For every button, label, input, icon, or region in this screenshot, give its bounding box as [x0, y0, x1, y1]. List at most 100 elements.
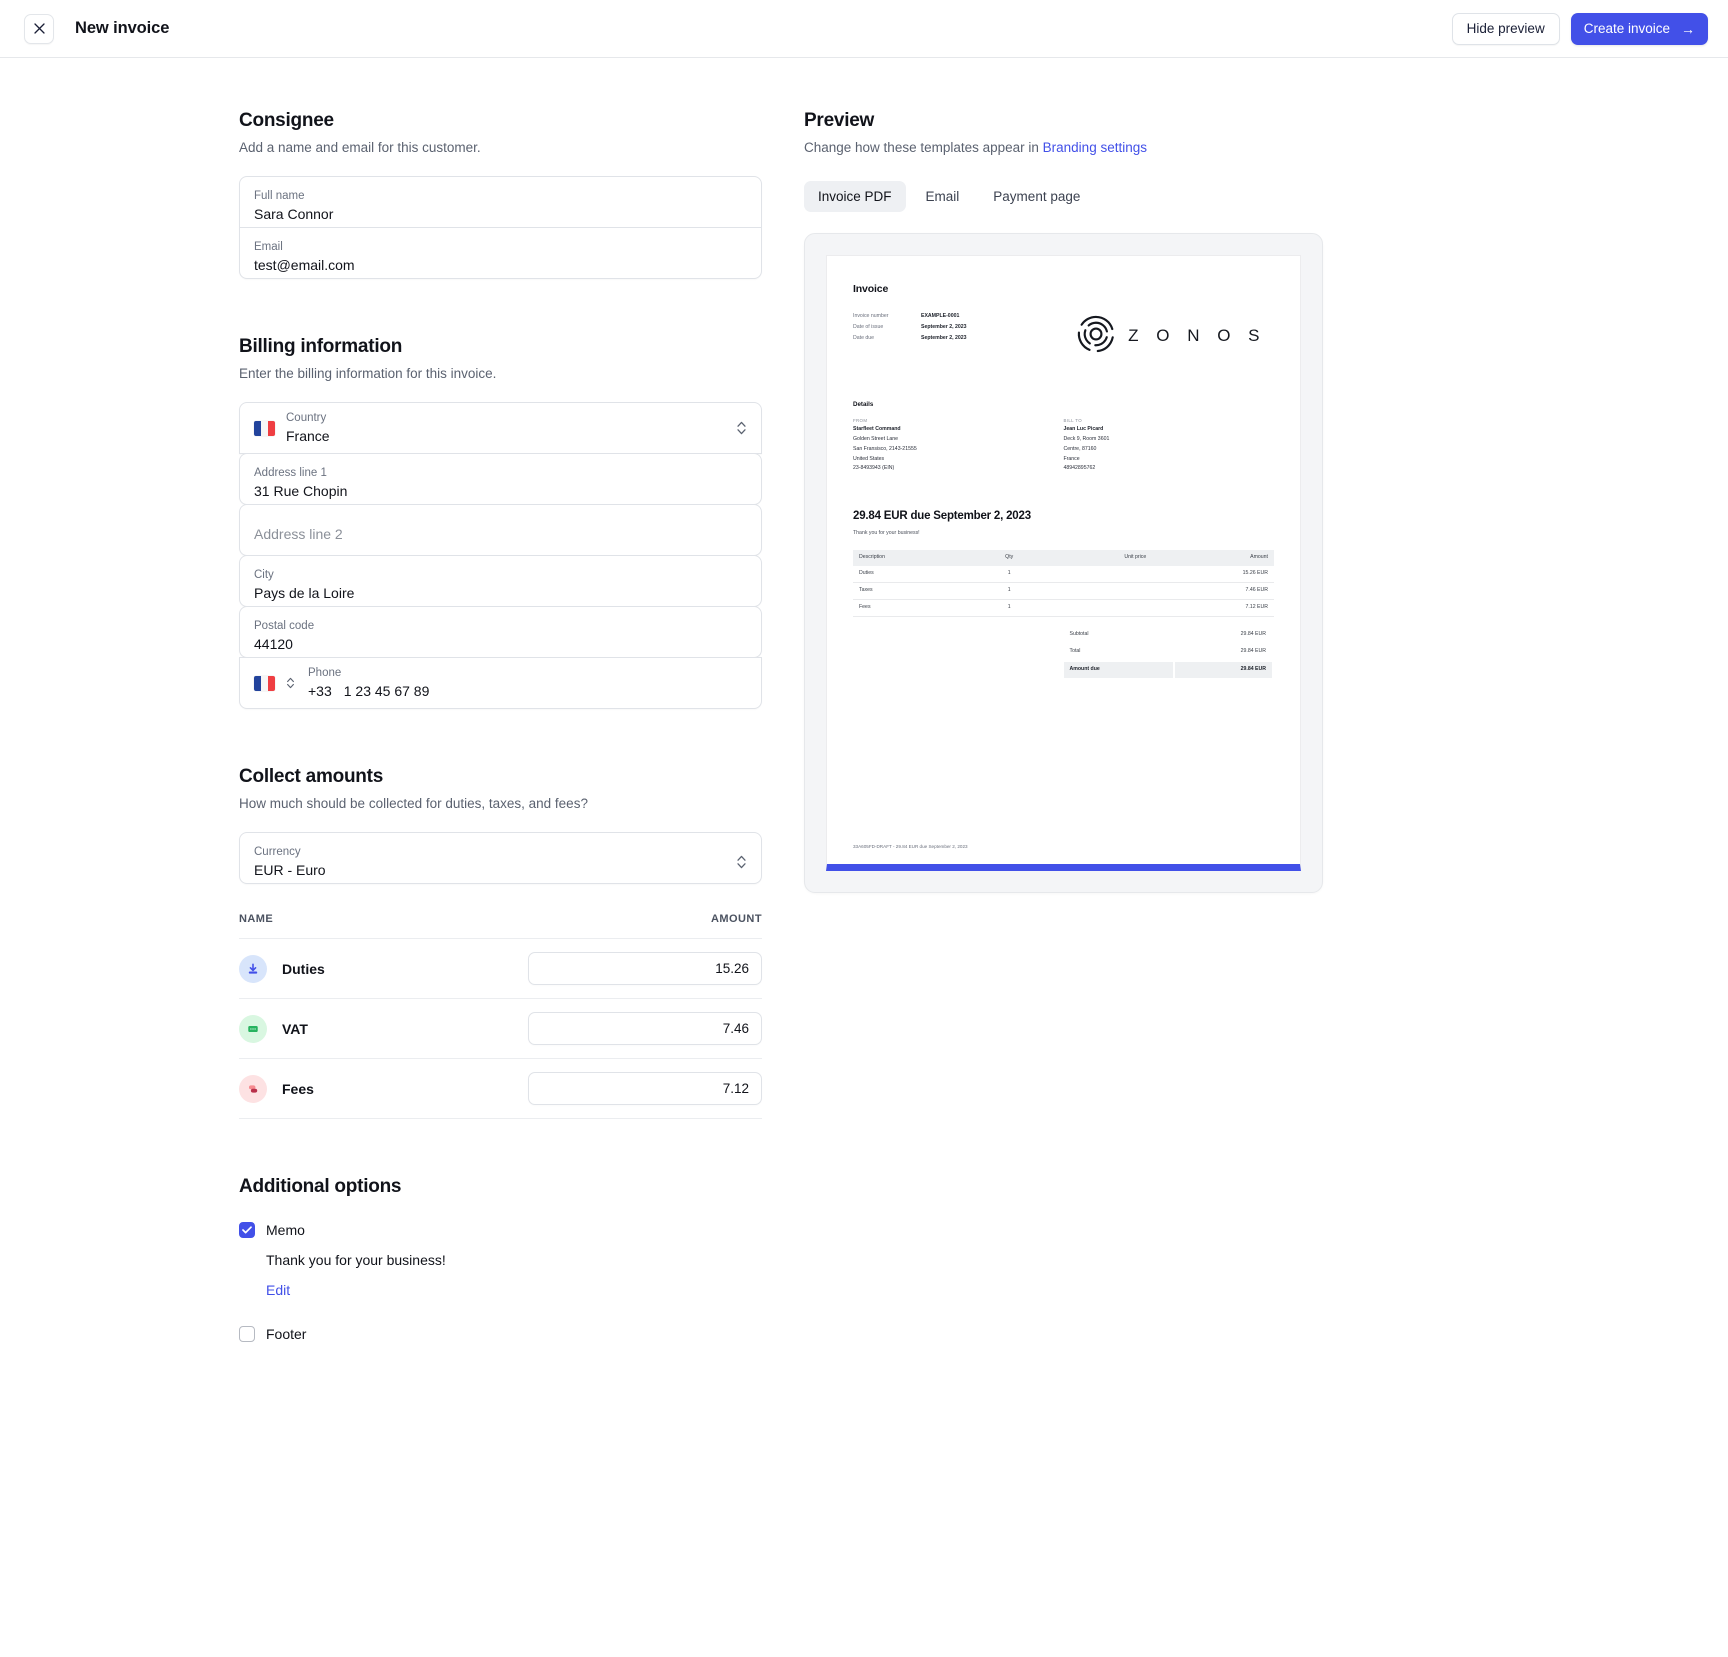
document-title: Invoice: [853, 283, 889, 295]
duties-download-icon: [239, 954, 267, 983]
country-select[interactable]: Country France: [239, 402, 762, 454]
billing-heading: Billing information: [239, 336, 403, 357]
branding-settings-link[interactable]: Branding settings: [1043, 140, 1147, 155]
tab-payment-page[interactable]: Payment page: [979, 181, 1094, 212]
top-bar-actions: Hide preview Create invoice →: [1451, 12, 1708, 45]
billing-subtitle: Enter the billing information for this i…: [239, 366, 497, 381]
totals-spacer: [855, 627, 1062, 643]
bill-to-line: 48942895762: [1063, 465, 1096, 472]
top-bar: New invoice Hide preview Create invoice …: [0, 0, 1728, 58]
collect-amounts-table: NAME AMOUNT Duties 15.26 VAT 7.46 Fees 7…: [239, 913, 762, 1119]
bill-to-line: Centre, 87160: [1063, 445, 1097, 452]
fr-flag-icon: [254, 420, 275, 436]
city-input[interactable]: Pays de la Loire: [254, 584, 747, 602]
address-line-2-field[interactable]: Address line 2: [239, 504, 762, 556]
address-line-2-input[interactable]: Address line 2: [254, 525, 747, 543]
fees-tag-icon: [239, 1074, 267, 1103]
amount-wrap: 15.26: [379, 952, 762, 985]
meta-value: September 2, 2023: [921, 334, 967, 341]
footer-option-row[interactable]: Footer: [239, 1326, 762, 1342]
email-input[interactable]: test@email.com: [254, 256, 747, 274]
create-invoice-button[interactable]: Create invoice →: [1570, 12, 1708, 45]
meta-value: September 2, 2023: [921, 323, 967, 330]
memo-text: Thank you for your business!: [266, 1252, 446, 1268]
memo-option-row[interactable]: Memo: [239, 1222, 762, 1238]
doc-table-head: Description Qty Unit price Amount: [853, 550, 1274, 566]
phone-field[interactable]: Phone +33 1 23 45 67 89: [239, 657, 762, 709]
memo-checkbox[interactable]: [239, 1222, 255, 1238]
chevron-updown-icon[interactable]: [286, 676, 295, 690]
column-header-amount: AMOUNT: [711, 913, 762, 925]
table-row: VAT 7.46: [239, 998, 762, 1059]
invoice-preview-frame: Invoice Invoice number EXAMPLE-0001 Date…: [804, 233, 1323, 893]
city-label: City: [254, 568, 274, 581]
additional-options-section: Additional options Memo Thank you for yo…: [239, 1176, 762, 1342]
totals-row: Subtotal 29.84 EUR: [855, 627, 1272, 643]
doc-item-unit-price: [1041, 565, 1153, 583]
page-title: New invoice: [75, 19, 170, 37]
phone-input[interactable]: 1 23 45 67 89: [344, 682, 430, 700]
consignee-section: Consignee Add a name and email for this …: [239, 110, 762, 279]
form-column-wrapper: Consignee Add a name and email for this …: [0, 110, 804, 1342]
postal-code-label: Postal code: [254, 619, 315, 632]
currency-label: Currency: [254, 845, 301, 858]
duties-amount-input[interactable]: 15.26: [528, 952, 762, 985]
arrow-right-icon: →: [1681, 20, 1695, 37]
email-field[interactable]: Email test@email.com: [239, 227, 762, 279]
tab-email[interactable]: Email: [912, 181, 974, 212]
country-label: Country: [286, 411, 327, 424]
totals-spacer: [855, 644, 1062, 660]
preview-subtitle: Change how these templates appear in Bra…: [804, 140, 1728, 155]
bill-to-block: BILL TO Jean Luc Picard Deck 9, Room 360…: [1064, 417, 1275, 475]
doc-table-body: Duties 1 15.26 EUR Taxes 1 7.46 EUR Fees…: [853, 565, 1274, 617]
doc-item-description: Taxes: [853, 582, 977, 600]
doc-item-qty: 1: [976, 599, 1042, 617]
billing-fields: Country France Address line 1 31 Rue Cho…: [239, 402, 762, 709]
address-line-1-field[interactable]: Address line 1 31 Rue Chopin: [239, 453, 762, 505]
totals-label: Amount due: [1063, 662, 1174, 679]
doc-totals-body: Subtotal 29.84 EUR Total 29.84 EUR Amoun…: [855, 627, 1272, 679]
currency-text: Currency EUR - Euro: [254, 845, 736, 880]
chevron-updown-icon[interactable]: [736, 854, 747, 870]
email-label: Email: [254, 240, 283, 253]
chevron-updown-icon[interactable]: [736, 420, 747, 436]
doc-line-item: Duties 1 15.26 EUR: [853, 565, 1274, 583]
invoice-form: Consignee Add a name and email for this …: [239, 110, 762, 1342]
full-name-input[interactable]: Sara Connor: [254, 205, 747, 223]
postal-code-field[interactable]: Postal code 44120: [239, 606, 762, 658]
billing-section: Billing information Enter the billing in…: [239, 336, 762, 709]
collect-amounts-section: Collect amounts How much should be colle…: [239, 766, 762, 1119]
memo-edit-link[interactable]: Edit: [266, 1282, 290, 1298]
close-button[interactable]: [24, 13, 54, 44]
amount-wrap: 7.12: [379, 1072, 762, 1105]
brand-lockup: Z O N O S: [1076, 314, 1266, 359]
meta-key: Invoice number: [853, 312, 889, 319]
country-value: France: [286, 428, 330, 445]
doc-col-amount: Amount: [1152, 550, 1274, 566]
fees-amount-input[interactable]: 7.12: [528, 1072, 762, 1105]
phone-row: +33 1 23 45 67 89: [308, 682, 747, 700]
hide-preview-button[interactable]: Hide preview: [1451, 12, 1560, 45]
tab-invoice-pdf[interactable]: Invoice PDF: [804, 181, 906, 212]
address-line-1-input[interactable]: 31 Rue Chopin: [254, 482, 747, 500]
vat-amount-input[interactable]: 7.46: [528, 1012, 762, 1045]
doc-item-amount: 15.26 EUR: [1152, 565, 1274, 583]
footer-checkbox[interactable]: [239, 1326, 255, 1342]
phone-text: Phone +33 1 23 45 67 89: [308, 666, 747, 701]
row-label: VAT: [282, 1020, 308, 1037]
currency-select[interactable]: Currency EUR - Euro: [239, 832, 762, 884]
from-name: Starfleet Command: [853, 425, 901, 432]
preview-tabs: Invoice PDF Email Payment page: [804, 181, 1728, 212]
consignee-subtitle: Add a name and email for this customer.: [239, 140, 481, 155]
brand-name: Z O N O S: [1128, 326, 1266, 346]
row-name-cell: Duties: [239, 938, 380, 999]
full-name-label: Full name: [254, 189, 305, 202]
table-header-row: NAME AMOUNT: [239, 913, 762, 939]
city-field[interactable]: City Pays de la Loire: [239, 555, 762, 607]
postal-code-input[interactable]: 44120: [254, 635, 747, 653]
row-amount-cell: 7.12: [379, 1058, 762, 1119]
full-name-field[interactable]: Full name Sara Connor: [239, 176, 762, 228]
meta-key: Date of issue: [853, 323, 884, 330]
